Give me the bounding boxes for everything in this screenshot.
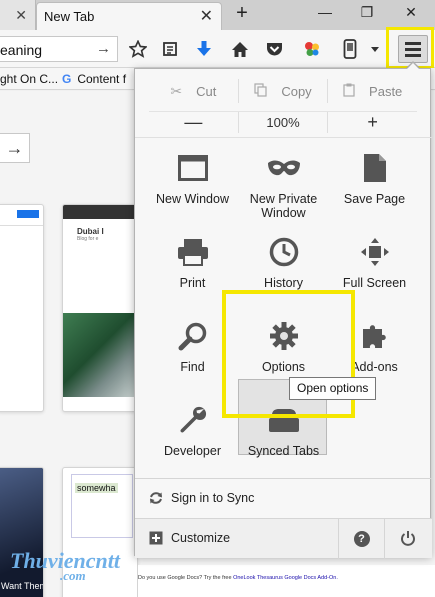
home-icon[interactable] [230,39,250,59]
menu-item-label: History [264,276,303,290]
wrench-icon [173,400,213,440]
site-header-bar [63,205,137,219]
edit-controls: ✂ Cut Copy Paste [149,79,417,103]
tab-new-tab[interactable]: New Tab ✕ [36,2,222,30]
clipboard-icon [343,83,355,100]
scissors-icon: ✂ [170,82,183,99]
menu-grid: New Window New Private Window Save Page … [135,137,432,458]
copy-icon [254,82,267,100]
paste-label: Paste [369,83,403,99]
help-icon: ? [353,531,370,547]
help-button[interactable]: ? [338,519,384,559]
new-window-icon [173,148,213,188]
menu-item-label: Find [180,360,205,374]
cut-button[interactable]: ✂ Cut [149,79,239,103]
printer-icon [173,232,213,272]
window-close-button[interactable]: ✕ [396,4,426,21]
panel-arrow-inner [406,63,420,70]
zoom-controls: — 100% + [149,111,417,133]
bookmark-item[interactable]: G Content f [62,72,126,86]
top-site-tile[interactable] [0,204,44,412]
top-site-tile[interactable]: Dubai I Blog for e [62,204,138,412]
watermark-logo: Thuviencntt .com [10,548,120,584]
zoom-reset-button[interactable]: 100% [239,112,329,133]
site-photo [63,313,137,397]
doc-text: somewha [75,483,118,493]
fullscreen-icon [355,232,395,272]
power-icon [400,530,416,549]
tab-strip: ✕ New Tab ✕ + — ❐ ✕ [0,0,435,30]
magnifier-icon [173,316,213,356]
sync-icon [149,491,163,508]
menu-item-label: Developer [164,444,221,458]
menu-item-label: Add-ons [351,360,398,374]
bookmark-star-icon[interactable] [128,39,148,59]
paste-button[interactable]: Paste [328,79,417,103]
site-title: Dubai I [77,227,104,236]
go-arrow-icon[interactable]: → [96,40,111,57]
customize-plus-icon [149,531,163,548]
extension-colorful-icon[interactable] [302,39,322,59]
doc-footer-text: Do you use Google Docs? Try the free One… [138,575,338,581]
extension-device-icon[interactable] [340,39,360,59]
menu-item-label: Synced Tabs [247,444,320,458]
bookmark-label: Content f [77,72,127,86]
zoom-in-button[interactable]: + [328,112,417,133]
doc-page: somewha [71,474,133,538]
tab-close-icon[interactable]: ✕ [15,7,27,24]
minimize-button[interactable]: — [310,4,340,20]
sign-in-sync-row[interactable]: Sign in to Sync [135,478,432,518]
nav-toolbar: eaning → [0,30,435,68]
sign-in-label: Sign in to Sync [171,491,255,505]
doc-footer-link[interactable]: OneLook Thesaurus Google Docs Add-On. [233,575,338,581]
tab-title: New Tab [44,9,95,24]
tile-accent [17,210,39,218]
customize-button[interactable]: Customize [171,531,230,545]
tab-close-icon[interactable]: ✕ [200,6,213,26]
customize-row: Customize ? [135,518,432,559]
menu-item-new-window[interactable]: New Window [143,138,242,222]
menu-item-label: Full Screen [342,276,407,290]
copy-label: Copy [281,83,312,99]
url-input[interactable]: eaning [0,42,42,58]
options-tooltip: Open options [289,377,377,400]
go-button[interactable]: → [0,133,30,163]
reading-list-icon[interactable] [160,39,180,59]
overflow-dropdown-icon[interactable] [368,39,382,59]
menu-item-new-private-window[interactable]: New Private Window [234,138,333,222]
clock-icon [264,232,304,272]
save-page-icon [355,148,395,188]
puzzle-icon [355,316,395,356]
menu-item-save-page[interactable]: Save Page [325,138,424,222]
copy-button[interactable]: Copy [239,79,329,103]
google-icon: G [62,72,72,86]
private-mask-icon [264,148,304,188]
doc-footer-strip: Do you use Google Docs? Try the free One… [138,565,435,597]
tab-previous[interactable]: ✕ [0,0,36,30]
cut-label: Cut [196,83,217,99]
menu-item-label: New Private Window [249,192,318,220]
site-tagline: Blog for e [77,236,99,242]
new-tab-button[interactable]: + [232,2,252,25]
menu-item-label: Save Page [343,192,406,206]
restore-button[interactable]: ❐ [352,4,382,21]
menu-item-label: New Window [156,192,229,206]
zoom-out-button[interactable]: — [149,112,239,133]
quit-button[interactable] [384,519,430,559]
tile-divider [0,225,43,226]
menu-item-label: Print [179,276,206,290]
bookmark-item[interactable]: ght On C... [0,72,58,86]
download-icon[interactable] [194,39,214,59]
pocket-icon[interactable] [264,39,284,59]
url-bar[interactable]: eaning → [0,36,118,62]
doc-footer-plain: Do you use Google Docs? Try the free [138,575,232,581]
